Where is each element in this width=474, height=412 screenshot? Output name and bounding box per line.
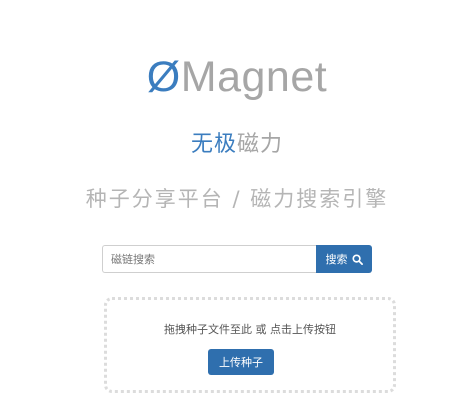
logo-mark: Ø: [146, 53, 181, 101]
tagline: 种子分享平台 / 磁力搜索引擎: [85, 187, 389, 211]
site-subtitle: 无极磁力: [0, 130, 474, 160]
search-button-label: 搜索: [325, 253, 348, 266]
search-form: 搜索: [102, 245, 372, 273]
dropzone-hint: 拖拽种子文件至此 或 点击上传按钮: [164, 323, 336, 336]
search-button[interactable]: 搜索: [316, 245, 372, 273]
site-logo[interactable]: ØMagnet: [0, 50, 474, 104]
search-input[interactable]: [102, 245, 316, 273]
subtitle-highlight: 无极: [190, 132, 237, 157]
search-icon: [351, 253, 363, 265]
torrent-dropzone[interactable]: 拖拽种子文件至此 或 点击上传按钮 上传种子: [104, 297, 396, 393]
subtitle-rest: 磁力: [237, 132, 284, 157]
page: ØMagnet 无极磁力 种子分享平台 / 磁力搜索引擎 搜索 拖拽种子文件至此…: [0, 0, 474, 412]
logo-wordmark: Magnet: [180, 53, 328, 101]
upload-torrent-button[interactable]: 上传种子: [208, 349, 274, 375]
